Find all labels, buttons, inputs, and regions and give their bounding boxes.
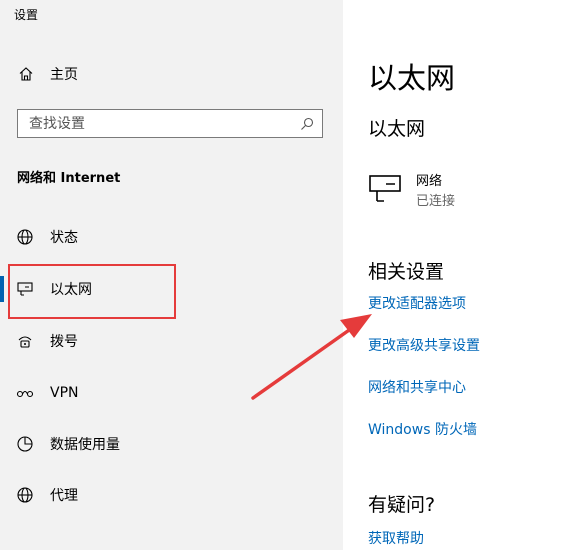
section-heading-ethernet: 以太网 [368, 118, 426, 140]
search-input[interactable] [18, 110, 299, 137]
home-icon [19, 67, 33, 81]
sidebar: 设置 主页 网络和 Internet 状态 以太网 [0, 0, 343, 550]
sidebar-item-label: VPN [50, 385, 79, 401]
sidebar-item-vpn[interactable]: VPN [0, 370, 343, 416]
network-status: 已连接 [416, 194, 456, 209]
vpn-icon [16, 390, 34, 398]
sidebar-item-dialup[interactable]: 拨号 [0, 318, 343, 364]
sidebar-item-status[interactable]: 状态 [0, 214, 343, 260]
dialup-icon [18, 336, 32, 348]
change-adapter-options-link[interactable]: 更改适配器选项 [368, 293, 466, 313]
sidebar-item-label: 拨号 [50, 334, 78, 350]
search-icon[interactable] [300, 117, 314, 131]
status-globe-icon [17, 229, 33, 245]
sidebar-item-label: 代理 [50, 488, 78, 504]
home-nav-item[interactable]: 主页 [18, 64, 78, 84]
data-usage-icon [17, 436, 33, 452]
page-title: 以太网 [368, 61, 456, 95]
sidebar-item-proxy[interactable]: 代理 [0, 472, 343, 518]
search-box[interactable] [17, 109, 323, 138]
related-settings-title: 相关设置 [368, 261, 445, 283]
network-name: 网络 [416, 174, 443, 189]
windows-firewall-link[interactable]: Windows 防火墙 [368, 419, 477, 439]
advanced-sharing-settings-link[interactable]: 更改高级共享设置 [368, 335, 480, 355]
proxy-globe-icon [17, 487, 33, 503]
section-title: 网络和 Internet [17, 171, 121, 186]
network-sharing-center-link[interactable]: 网络和共享中心 [368, 377, 466, 397]
sidebar-item-data-usage[interactable]: 数据使用量 [0, 421, 343, 467]
sidebar-item-label: 状态 [50, 230, 78, 246]
question-title: 有疑问? [368, 494, 436, 516]
sidebar-item-label: 数据使用量 [50, 437, 120, 453]
ethernet-icon [369, 175, 401, 202]
annotation-highlight-box [8, 264, 176, 319]
main-content: 以太网 以太网 网络 已连接 相关设置 更改适配器选项 更改高级共享设置 网络和… [343, 0, 578, 550]
window-title: 设置 [14, 8, 39, 22]
home-label: 主页 [50, 67, 78, 83]
get-help-link[interactable]: 获取帮助 [368, 528, 424, 548]
